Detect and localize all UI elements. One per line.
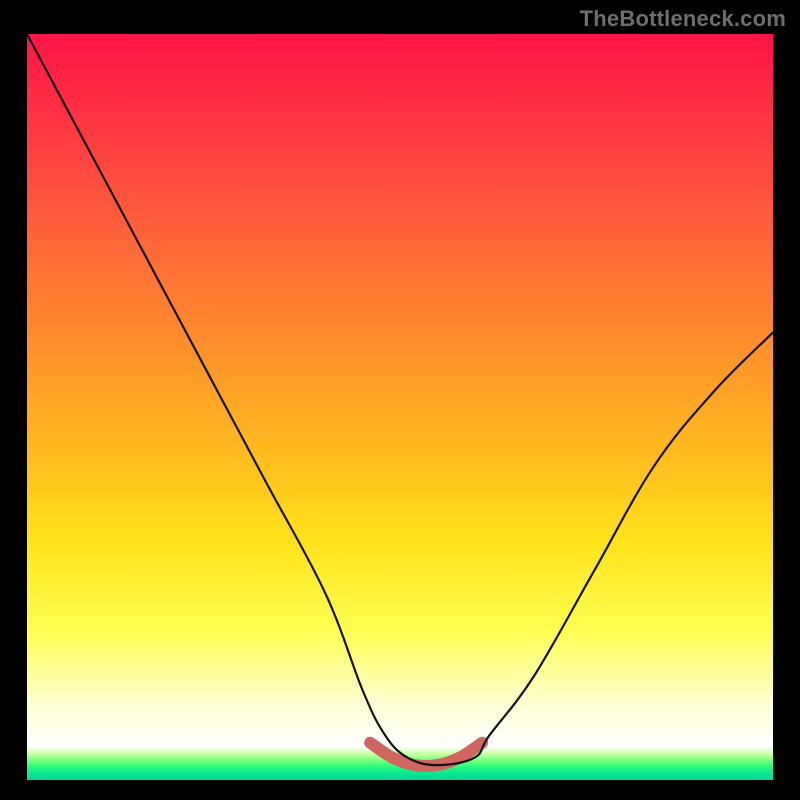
- plot-area: [27, 34, 773, 780]
- line-layer: [27, 34, 773, 780]
- bottleneck-curve: [27, 34, 773, 765]
- watermark-text: TheBottleneck.com: [580, 6, 786, 32]
- chart-stage: TheBottleneck.com: [0, 0, 800, 800]
